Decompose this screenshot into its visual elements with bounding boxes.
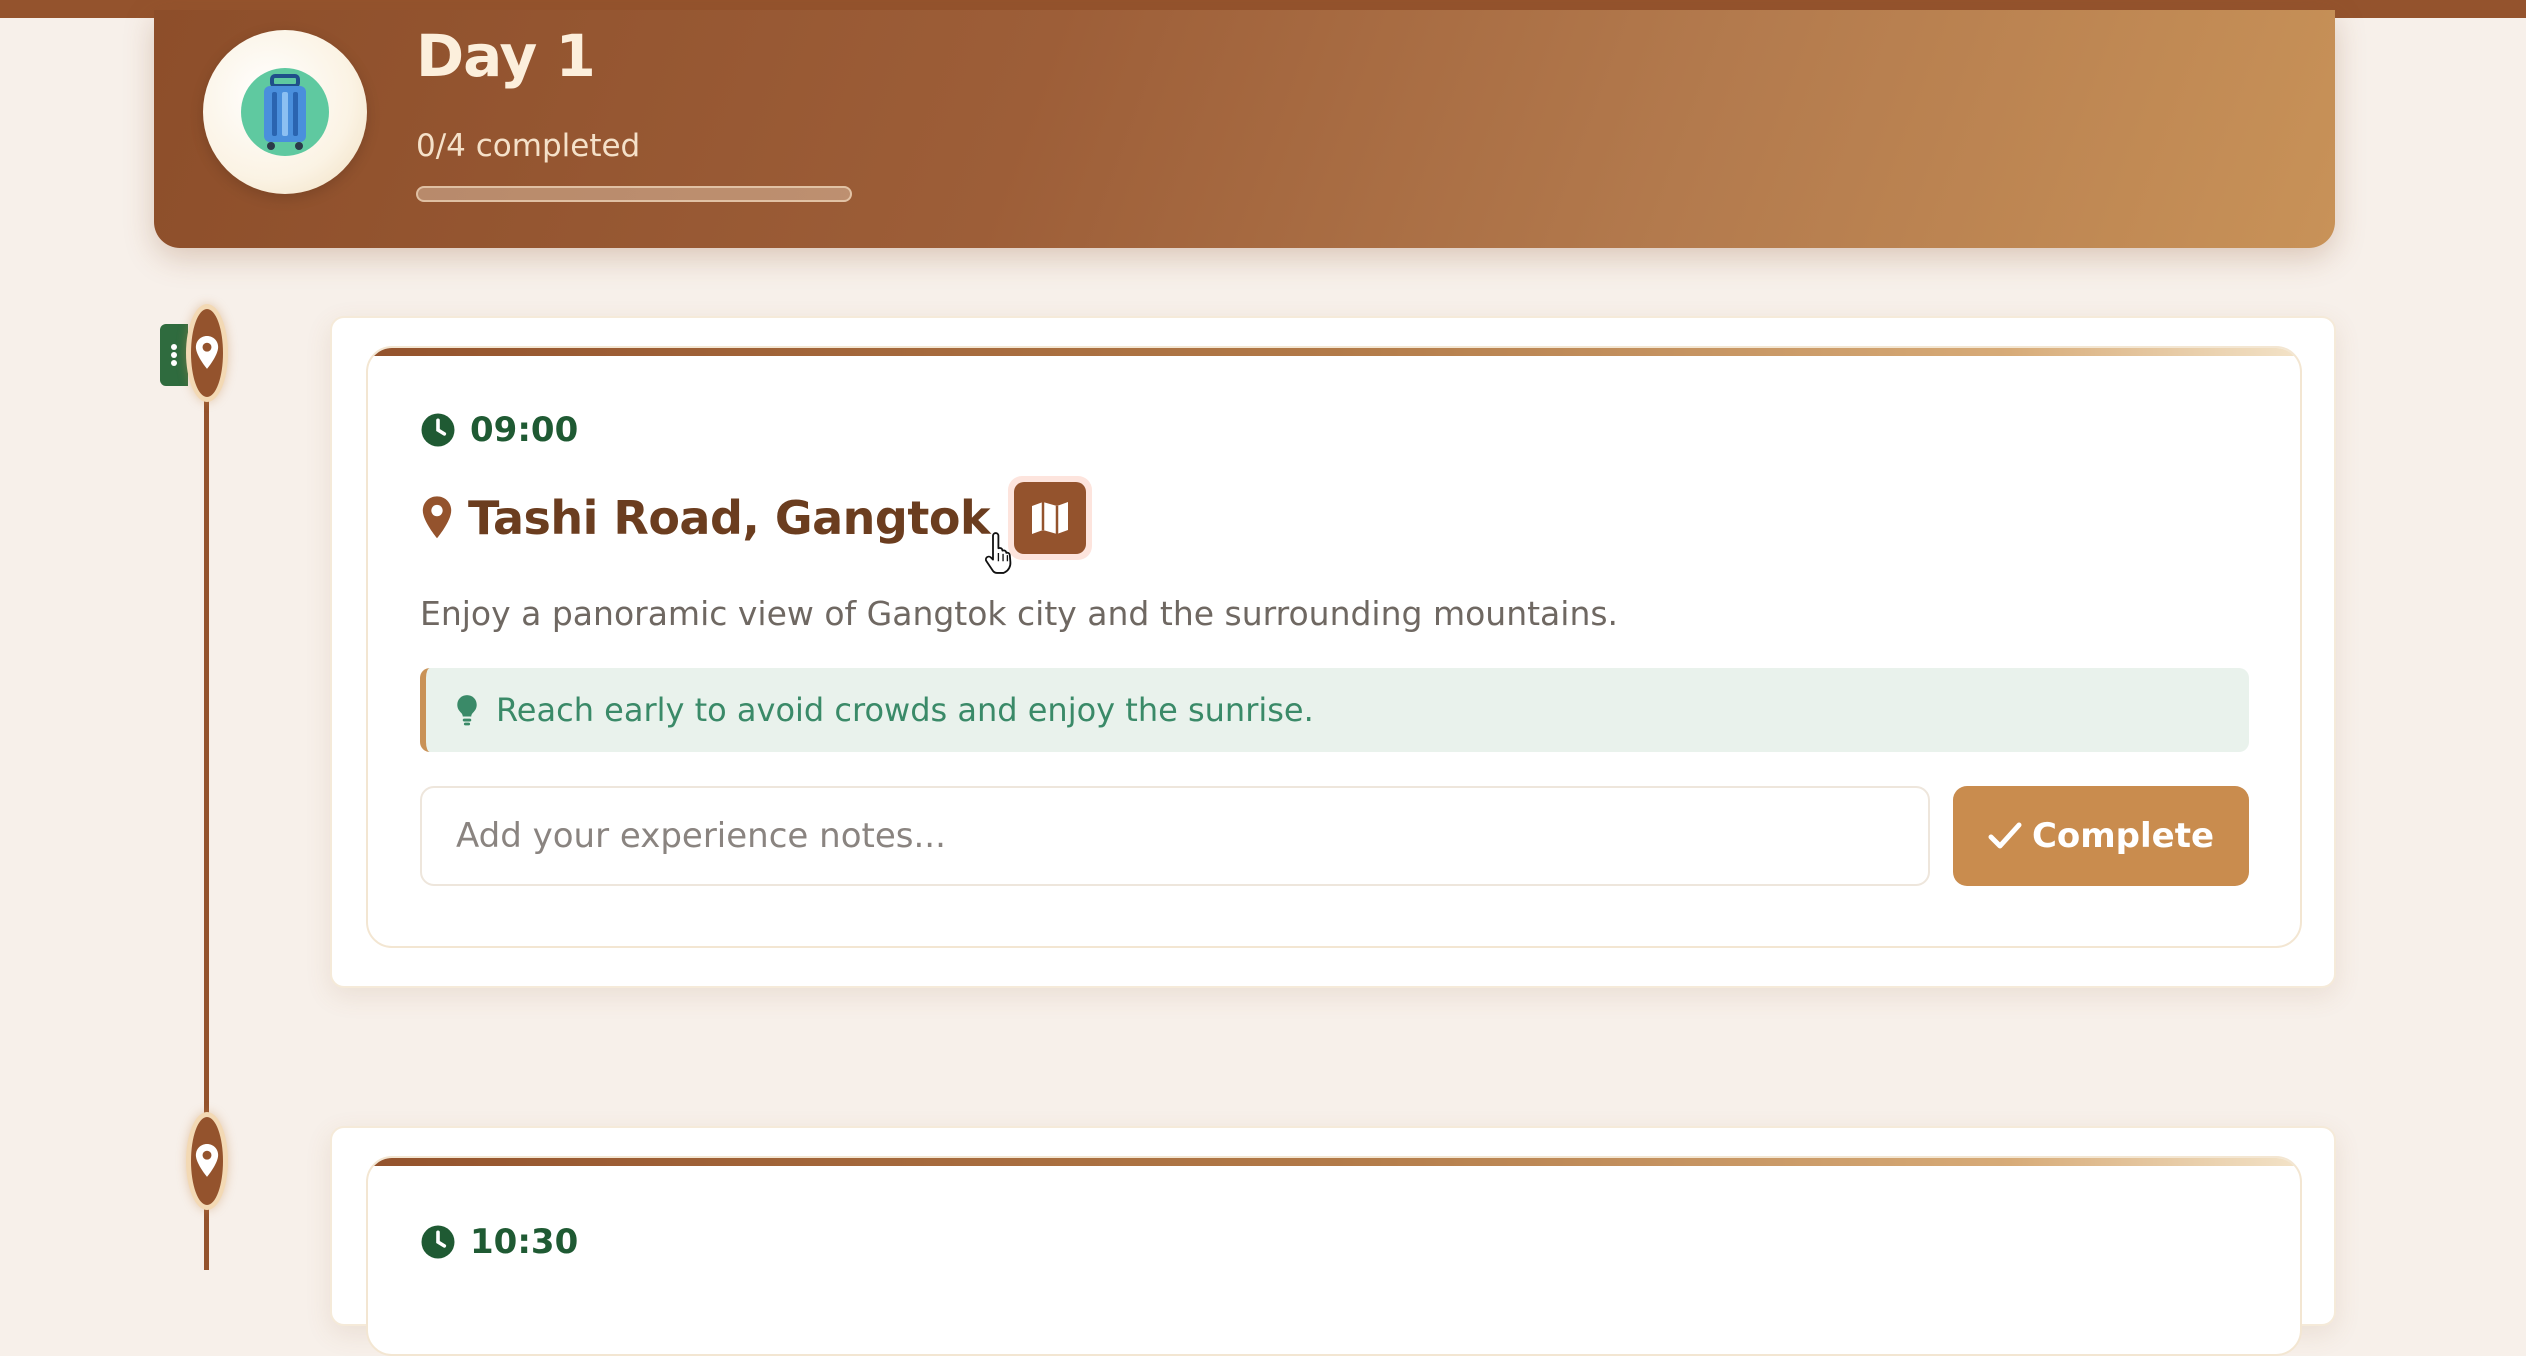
experience-notes-input[interactable]: [420, 786, 1930, 886]
grip-icon: [171, 344, 177, 366]
timeline-marker: [186, 304, 228, 402]
complete-button[interactable]: Complete: [1953, 786, 2249, 886]
day-header: Day 1 0/4 completed: [154, 10, 2335, 248]
activity-tip: Reach early to avoid crowds and enjoy th…: [420, 668, 2249, 752]
clock-icon: [421, 1225, 455, 1259]
map-pin-icon: [195, 1144, 219, 1177]
lightbulb-icon: [457, 695, 477, 726]
day-avatar: [203, 30, 367, 194]
timeline-marker: [186, 1112, 228, 1210]
map-icon: [1032, 502, 1069, 534]
pointer-cursor-icon: [984, 532, 1012, 574]
activity-time: 10:30: [420, 1222, 578, 1262]
map-pin-icon: [422, 496, 452, 539]
day-progress-text: 0/4 completed: [416, 128, 641, 164]
open-map-button-face[interactable]: [1014, 482, 1087, 554]
activity-card-inner: 09:00 Tashi Road, Gangtok Enjoy a panora…: [366, 346, 2302, 948]
day-progress-bar: [416, 186, 852, 202]
activity-card-inner: 10:30: [366, 1156, 2302, 1356]
activity-tip-text: Reach early to avoid crowds and enjoy th…: [496, 691, 1314, 729]
day-title: Day 1: [416, 22, 596, 90]
clock-icon: [421, 413, 455, 447]
open-map-button[interactable]: [1008, 476, 1093, 560]
luggage-icon: [241, 68, 329, 156]
activity-description: Enjoy a panoramic view of Gangtok city a…: [420, 594, 1619, 633]
map-pin-icon: [195, 336, 219, 369]
activity-time-text: 09:00: [470, 410, 579, 450]
activity-time-text: 10:30: [470, 1222, 579, 1262]
complete-button-label: Complete: [2031, 816, 2215, 856]
activity-card: 09:00 Tashi Road, Gangtok Enjoy a panora…: [330, 316, 2336, 988]
drag-handle[interactable]: [160, 324, 188, 386]
activity-place-text: Tashi Road, Gangtok: [468, 491, 991, 545]
check-icon: [1988, 822, 2022, 849]
activity-card: 10:30: [330, 1126, 2336, 1356]
activity-time: 09:00: [420, 410, 578, 450]
